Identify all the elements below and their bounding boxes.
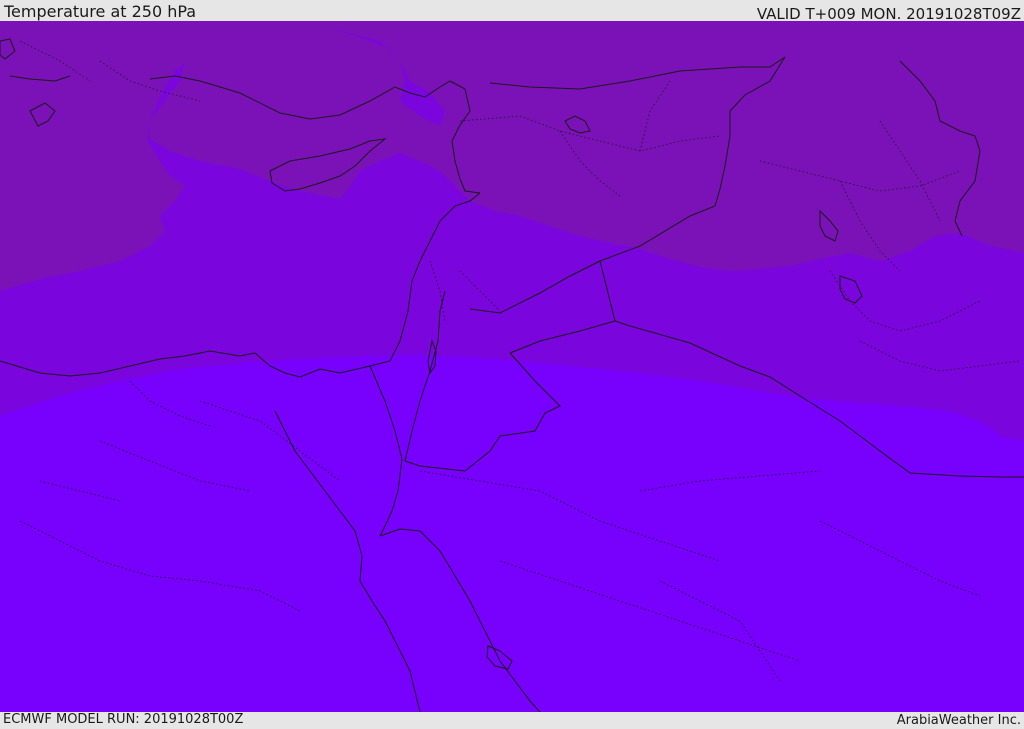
map-canvas (0, 21, 1024, 712)
credit: ArabiaWeather Inc. (896, 713, 1021, 728)
chart-title: Temperature at 250 hPa (4, 2, 197, 21)
model-run: ECMWF MODEL RUN: 20191028T00Z (3, 712, 244, 727)
map-area (0, 21, 1024, 712)
map-frame: Temperature at 250 hPa VALID T+009 MON. … (0, 0, 1024, 729)
valid-time: VALID T+009 MON. 20191028T09Z (756, 5, 1021, 23)
